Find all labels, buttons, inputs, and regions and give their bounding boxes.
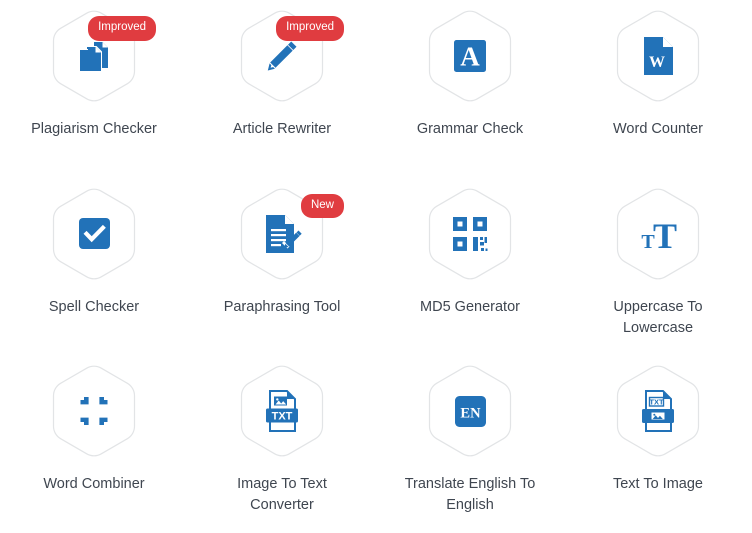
status-badge: Improved xyxy=(276,16,344,41)
hex-icon-container xyxy=(48,186,140,282)
compress-arrows-icon xyxy=(71,388,117,434)
word-document-icon: W xyxy=(635,33,681,79)
tool-label: Text To Image xyxy=(612,476,703,493)
hex-icon-container xyxy=(48,363,140,459)
tool-label: Spell Checker xyxy=(48,298,140,315)
tool-label: Image To Text Converter xyxy=(237,476,327,514)
svg-text:A: A xyxy=(460,42,480,72)
hex-icon-container: Improved xyxy=(236,8,344,104)
tool-card-plagiarism-checker[interactable]: Improved Plagiarism Checker xyxy=(0,0,188,140)
tool-card-paraphrasing-tool[interactable]: New Paraphrasing Tool xyxy=(188,178,376,318)
letter-case-tt-icon: T T xyxy=(635,211,681,257)
letter-a-square-icon: A xyxy=(447,33,493,79)
tool-card-uppercase-to-lowercase[interactable]: T T Uppercase To Lowercase xyxy=(564,178,752,339)
tool-label: Paraphrasing Tool xyxy=(223,298,341,315)
hex-icon-container xyxy=(424,186,516,282)
hex-icon-container: W xyxy=(612,8,704,104)
tool-label: Uppercase To Lowercase xyxy=(613,298,703,336)
tool-card-spell-checker[interactable]: Spell Checker xyxy=(0,178,188,318)
tool-card-md5-generator[interactable]: MD5 Generator xyxy=(376,178,564,318)
tool-card-article-rewriter[interactable]: Improved Article Rewriter xyxy=(188,0,376,140)
tool-label: Plagiarism Checker xyxy=(31,121,157,137)
hex-icon-container: New xyxy=(236,186,344,282)
svg-text:TXT: TXT xyxy=(272,411,293,423)
status-badge: New xyxy=(300,193,344,219)
document-pencil-icon xyxy=(259,211,305,257)
tool-card-word-counter[interactable]: W Word Counter xyxy=(564,0,752,140)
tool-label: MD5 Generator xyxy=(420,298,520,315)
tool-card-word-combiner[interactable]: Word Combiner xyxy=(0,355,188,495)
tool-card-grammar-check[interactable]: A Grammar Check xyxy=(376,0,564,140)
tool-card-translate-english-to-english[interactable]: EN Translate English To English xyxy=(376,355,564,516)
tool-card-image-to-text-converter[interactable]: TXT Image To Text Converter xyxy=(188,355,376,516)
tool-label: Grammar Check xyxy=(416,121,524,137)
tool-card-text-to-image[interactable]: TXT Text To Image xyxy=(564,355,752,495)
checkmark-square-icon xyxy=(71,211,117,257)
qr-code-icon xyxy=(447,211,493,257)
tool-label: Word Counter xyxy=(613,121,703,137)
svg-text:EN: EN xyxy=(460,405,481,421)
hex-icon-container: EN xyxy=(424,363,516,459)
tool-label: Word Combiner xyxy=(43,476,145,493)
tools-grid: Improved Plagiarism Checker Improved Art… xyxy=(0,0,752,533)
svg-text:W: W xyxy=(649,54,665,71)
hex-icon-container: TXT xyxy=(612,363,704,459)
txt-to-image-file-icon: TXT xyxy=(635,388,681,434)
tool-label: Article Rewriter xyxy=(232,121,332,137)
hex-icon-container: T T xyxy=(612,186,704,282)
hex-icon-container: TXT xyxy=(236,363,328,459)
tool-label: Translate English To English xyxy=(404,476,536,514)
hex-icon-container: Improved xyxy=(48,8,156,104)
svg-text:TXT: TXT xyxy=(649,398,664,407)
en-square-icon: EN xyxy=(447,388,493,434)
status-badge: Improved xyxy=(88,16,156,41)
hex-icon-container: A xyxy=(424,8,516,104)
svg-text:T: T xyxy=(653,216,677,254)
image-to-txt-file-icon: TXT xyxy=(259,388,305,434)
